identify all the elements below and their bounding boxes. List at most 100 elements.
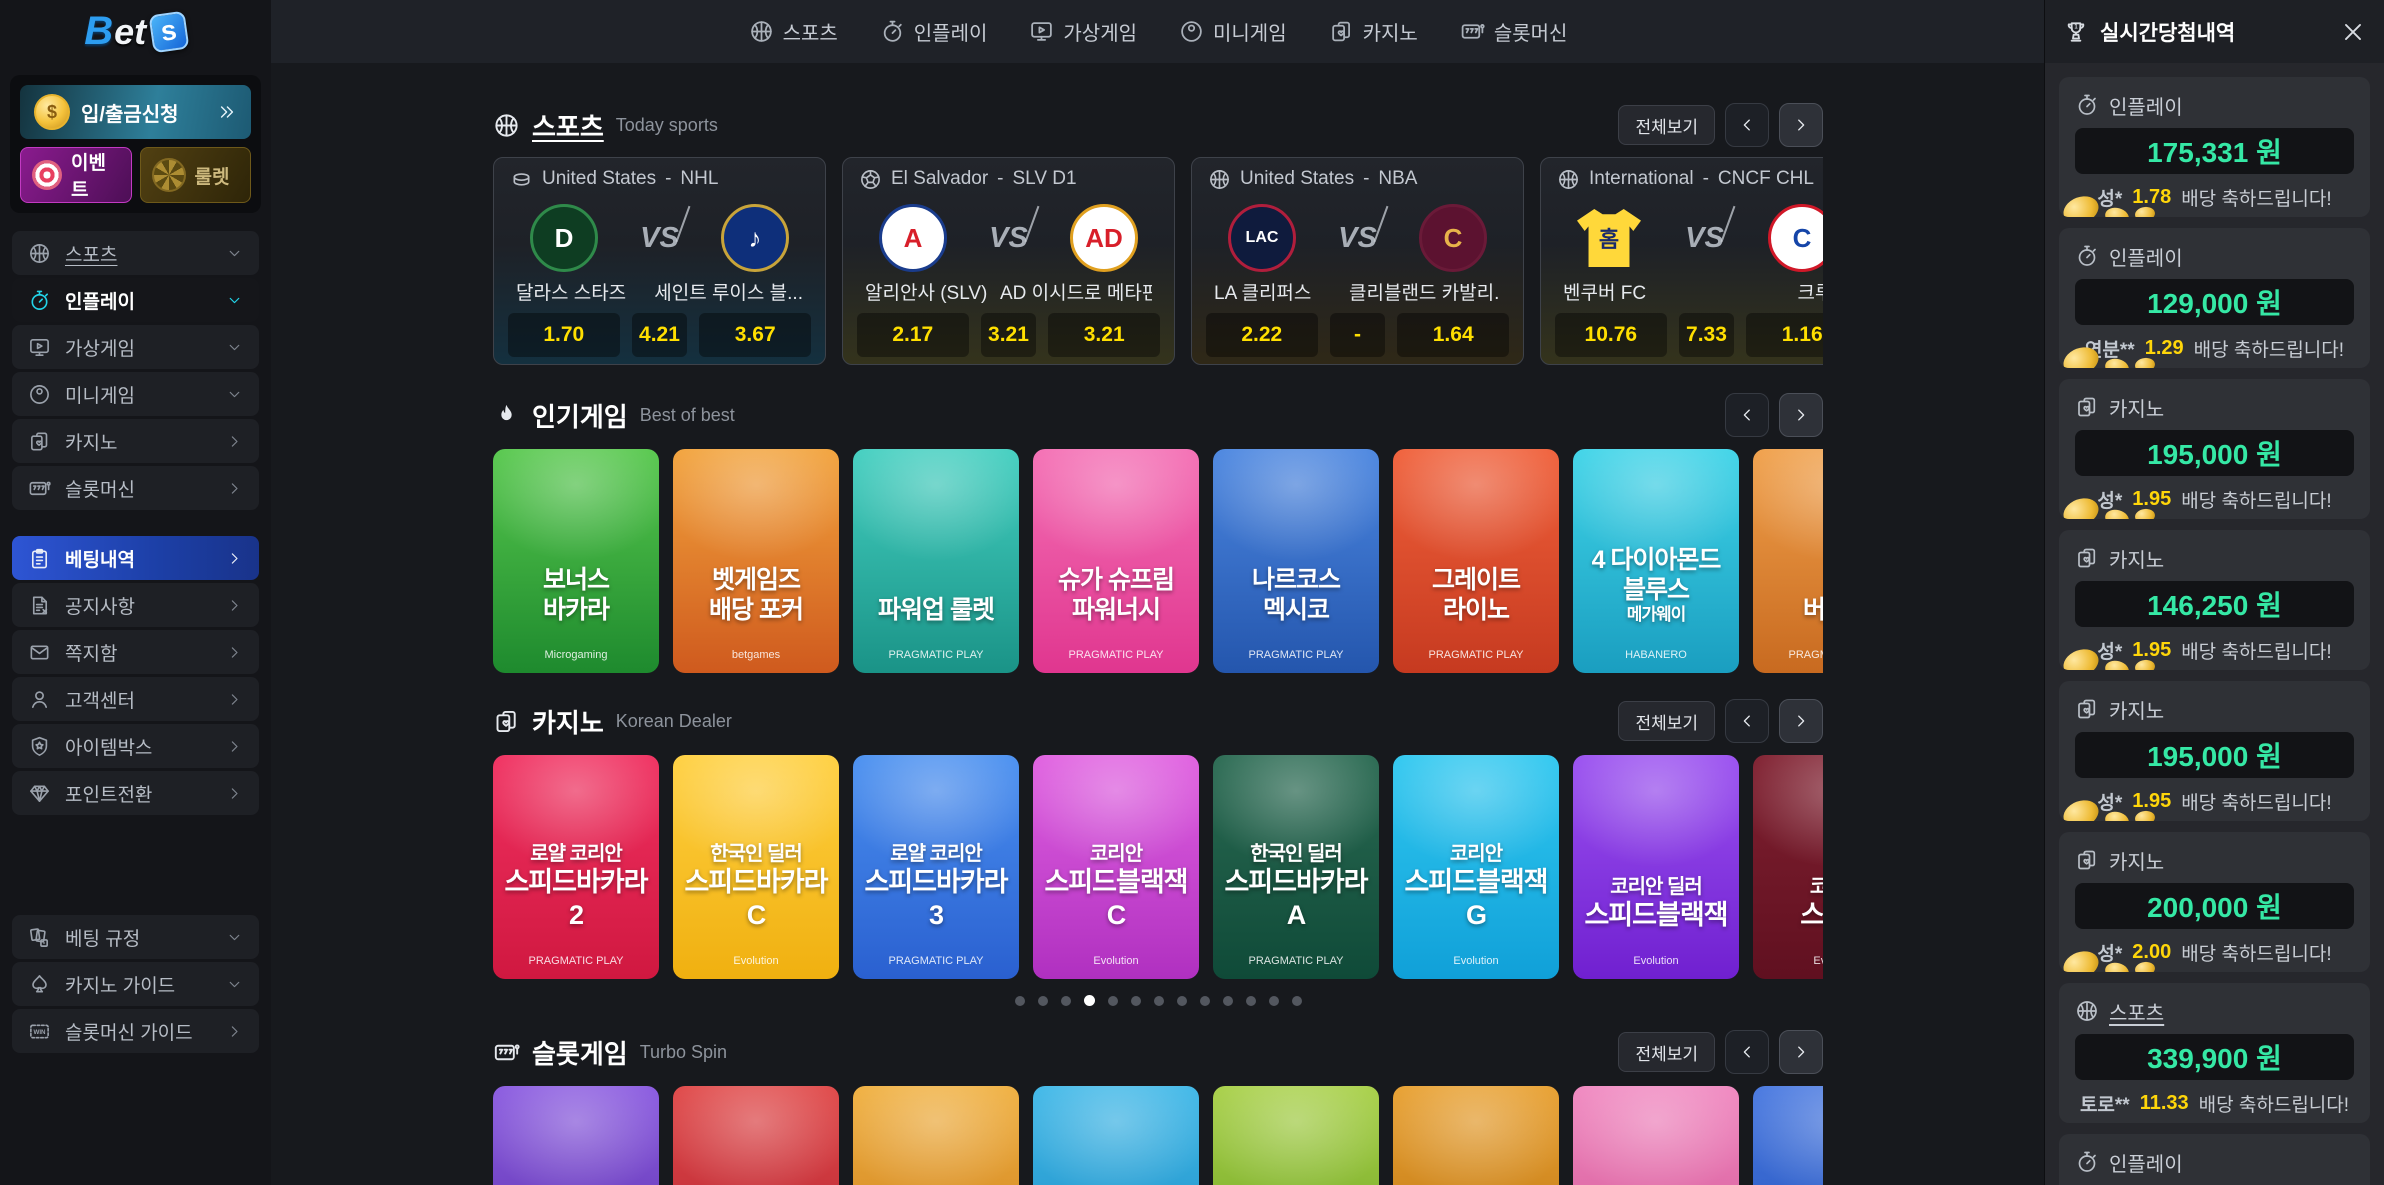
odds-away-button[interactable]: 1.16: [1746, 313, 1823, 357]
slot-machine-icon: [28, 477, 51, 500]
sports-next-button[interactable]: [1779, 103, 1823, 147]
nav-casino[interactable]: 카지노: [1329, 17, 1418, 46]
pagination-dot[interactable]: [1269, 996, 1279, 1006]
sidebar-item-messages[interactable]: 쪽지함: [12, 630, 259, 674]
sidebar-item-point-exchange[interactable]: 포인트전환: [12, 771, 259, 815]
roulette-button[interactable]: 룰렛: [140, 147, 252, 203]
game-card[interactable]: [673, 1086, 839, 1185]
odds-away-button[interactable]: 3.21: [1048, 313, 1160, 357]
provider-label: Microgaming: [545, 649, 608, 663]
game-card[interactable]: 코리안스피드 Evolution: [1753, 755, 1823, 979]
nav-virtual-games[interactable]: 가상게임: [1029, 17, 1137, 46]
casino-next-button[interactable]: [1779, 699, 1823, 743]
game-card[interactable]: [493, 1086, 659, 1185]
slots-section-title: 슬롯게임: [532, 1034, 628, 1071]
chevron-left-icon: [1738, 712, 1756, 730]
winner-odds: 1.78: [2132, 186, 2171, 209]
pagination-dot[interactable]: [1246, 996, 1256, 1006]
odds-away-button[interactable]: 1.64: [1397, 313, 1509, 357]
sidebar-item-inplay[interactable]: 인플레이: [12, 278, 259, 322]
deposit-withdraw-button[interactable]: $ 입/출금신청: [20, 85, 251, 139]
game-card[interactable]: 벳게임즈배당 포커 betgames: [673, 449, 839, 673]
game-card[interactable]: [1033, 1086, 1199, 1185]
winner-odds: 1.95: [2132, 790, 2171, 813]
casino-prev-button[interactable]: [1725, 699, 1769, 743]
pagination-dot-active[interactable]: [1084, 995, 1095, 1006]
slots-view-all-button[interactable]: 전체보기: [1618, 1032, 1715, 1072]
sidebar-item-casino-guide[interactable]: 카지노 가이드: [12, 962, 259, 1006]
sidebar-item-minigames[interactable]: 미니게임: [12, 372, 259, 416]
game-card[interactable]: [1213, 1086, 1379, 1185]
match-league: NHL: [680, 168, 718, 190]
game-card[interactable]: 한국인 딜러스피드바카라A PRAGMATIC PLAY: [1213, 755, 1379, 979]
odds-home-button[interactable]: 10.76: [1555, 313, 1667, 357]
game-card[interactable]: 그레이트라이노 PRAGMATIC PLAY: [1393, 449, 1559, 673]
winner-user: 성*: [2097, 939, 2122, 966]
casino-view-all-button[interactable]: 전체보기: [1618, 701, 1715, 741]
coin-icon: $: [34, 94, 70, 130]
pagination-dot[interactable]: [1038, 996, 1048, 1006]
event-button[interactable]: 이벤트: [20, 147, 132, 203]
game-card[interactable]: 코리안스피드블랙잭C Evolution: [1033, 755, 1199, 979]
game-card[interactable]: 로얄 코리안스피드바카라2 PRAGMATIC PLAY: [493, 755, 659, 979]
main-area: 스포츠 인플레이 가상게임 미니게임 카지노 슬롯머신 스포츠: [271, 0, 2045, 1185]
sidebar-item-slots[interactable]: 슬롯머신: [12, 466, 259, 510]
odds-draw-button[interactable]: -: [1330, 313, 1386, 357]
sidebar-item-betting-rules[interactable]: 베팅 규정: [12, 915, 259, 959]
sidebar-item-betting-history[interactable]: 베팅내역: [12, 536, 259, 580]
sidebar-item-support[interactable]: 고객센터: [12, 677, 259, 721]
home-team-logo: LAC: [1228, 204, 1296, 272]
game-card[interactable]: 보너스바카라 Microgaming: [493, 449, 659, 673]
brand-logo[interactable]: B et s: [0, 0, 271, 63]
popular-prev-button[interactable]: [1725, 393, 1769, 437]
sports-view-all-button[interactable]: 전체보기: [1618, 105, 1715, 145]
sidebar-item-virtual-games[interactable]: 가상게임: [12, 325, 259, 369]
pagination-dot[interactable]: [1061, 996, 1071, 1006]
odds-draw-button[interactable]: 4.21: [632, 313, 688, 357]
game-card[interactable]: 코리안 딜러스피드블랙잭 Evolution: [1573, 755, 1739, 979]
close-icon[interactable]: [2340, 19, 2366, 45]
odds-draw-button[interactable]: 7.33: [1679, 313, 1735, 357]
game-card[interactable]: 버펄로 PRAGMATIC PLAY: [1753, 449, 1823, 673]
game-card[interactable]: 그레이트: [1393, 1086, 1559, 1185]
pagination-dot[interactable]: [1200, 996, 1210, 1006]
match-league: NBA: [1378, 168, 1417, 190]
game-card[interactable]: 슈가 슈프림파워너시 PRAGMATIC PLAY: [1033, 449, 1199, 673]
odds-draw-button[interactable]: 3.21: [981, 313, 1037, 357]
sidebar-item-casino[interactable]: 카지노: [12, 419, 259, 463]
sidebar-item-itembox[interactable]: 아이템박스: [12, 724, 259, 768]
game-card[interactable]: 4 다이아몬드블루스메가웨이 HABANERO: [1573, 449, 1739, 673]
game-card[interactable]: 한국인 딜러스피드바카라C Evolution: [673, 755, 839, 979]
slots-prev-button[interactable]: [1725, 1030, 1769, 1074]
pagination-dot[interactable]: [1154, 996, 1164, 1006]
odds-away-button[interactable]: 3.67: [699, 313, 811, 357]
game-card[interactable]: 파워업 룰렛 PRAGMATIC PLAY: [853, 449, 1019, 673]
slots-next-button[interactable]: [1779, 1030, 1823, 1074]
pagination-dot[interactable]: [1292, 996, 1302, 1006]
game-card[interactable]: 나르코스멕시코 PRAGMATIC PLAY: [1213, 449, 1379, 673]
nav-slots[interactable]: 슬롯머신: [1460, 17, 1568, 46]
sidebar-item-sports[interactable]: 스포츠: [12, 231, 259, 275]
nav-minigames[interactable]: 미니게임: [1179, 17, 1287, 46]
popular-next-button[interactable]: [1779, 393, 1823, 437]
pagination-dot[interactable]: [1131, 996, 1141, 1006]
pagination-dot[interactable]: [1015, 996, 1025, 1006]
odds-home-button[interactable]: 2.22: [1206, 313, 1318, 357]
game-card[interactable]: [1753, 1086, 1823, 1185]
sidebar-item-slot-guide[interactable]: 슬롯머신 가이드: [12, 1009, 259, 1053]
sidebar-item-notice[interactable]: 공지사항: [12, 583, 259, 627]
pagination-dot[interactable]: [1177, 996, 1187, 1006]
provider-label: PRAGMATIC PLAY: [889, 955, 984, 969]
game-card[interactable]: 코리안스피드블랙잭G Evolution: [1393, 755, 1559, 979]
nav-inplay[interactable]: 인플레이: [880, 17, 988, 46]
chevron-left-icon: [1738, 1043, 1756, 1061]
game-card[interactable]: 로얄 코리안스피드바카라3 PRAGMATIC PLAY: [853, 755, 1019, 979]
nav-sports[interactable]: 스포츠: [749, 17, 838, 46]
game-card[interactable]: [1573, 1086, 1739, 1185]
odds-home-button[interactable]: 1.70: [508, 313, 620, 357]
sports-prev-button[interactable]: [1725, 103, 1769, 147]
pagination-dot[interactable]: [1108, 996, 1118, 1006]
game-card[interactable]: 그레이트: [853, 1086, 1019, 1185]
pagination-dot[interactable]: [1223, 996, 1233, 1006]
odds-home-button[interactable]: 2.17: [857, 313, 969, 357]
